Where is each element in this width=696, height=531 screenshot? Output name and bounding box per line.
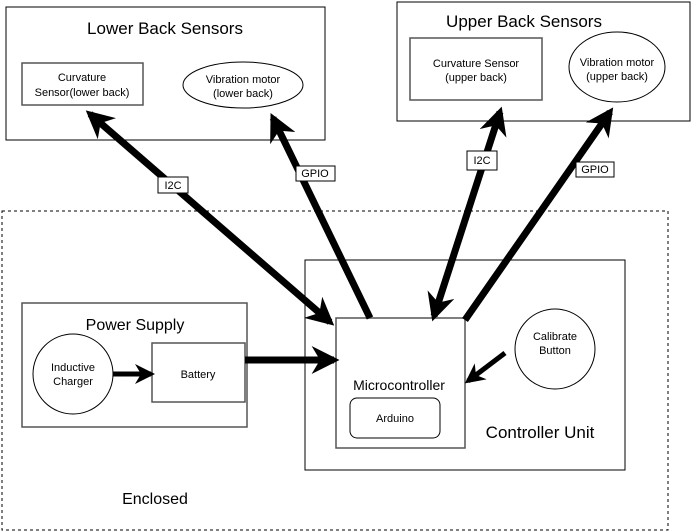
arrow-lower-i2c	[85, 110, 335, 326]
calibrate-line2: Button	[539, 345, 571, 357]
svg-text:I2C: I2C	[164, 180, 181, 192]
battery-label: Battery	[181, 369, 216, 381]
lower-back-title: Lower Back Sensors	[87, 19, 243, 38]
upper-back-title: Upper Back Sensors	[446, 12, 602, 31]
microcontroller-label: Microcontroller	[353, 377, 445, 393]
controller-unit-title: Controller Unit	[486, 423, 595, 442]
vibration-lower-line2: (lower back)	[213, 88, 273, 100]
vibration-upper-line1: Vibration motor	[580, 57, 655, 69]
enclosure-label: Enclosed	[122, 491, 188, 508]
power-supply-title: Power Supply	[86, 317, 185, 334]
block-diagram: Enclosed Lower Back Sensors Curvature Se…	[1, 1, 691, 531]
power-supply-group: Power Supply Inductive Charger Battery	[21, 302, 248, 428]
charger-line2: Charger	[53, 376, 93, 388]
upper-back-sensors-group: Upper Back Sensors Curvature Sensor (upp…	[396, 1, 691, 122]
svg-text:GPIO: GPIO	[581, 164, 609, 176]
vibration-lower-line1: Vibration motor	[206, 74, 281, 86]
label-lower-i2c: I2C	[157, 176, 189, 194]
inductive-charger	[32, 333, 114, 415]
curvature-upper-line2: (upper back)	[445, 72, 507, 84]
charger-line1: Inductive	[51, 362, 95, 374]
label-upper-i2c: I2C	[466, 150, 498, 171]
curvature-upper-line1: Curvature Sensor	[433, 58, 520, 70]
controller-unit-group: Controller Unit Microcontroller Arduino …	[304, 259, 626, 471]
curvature-lower-line2: Sensor(lower back)	[35, 87, 130, 99]
label-upper-gpio: GPIO	[575, 161, 615, 178]
curvature-lower-line1: Curvature	[58, 72, 106, 84]
calibrate-line1: Calibrate	[533, 331, 577, 343]
label-lower-gpio: GPIO	[295, 165, 336, 182]
arduino-label: Arduino	[376, 413, 414, 425]
vibration-upper-line2: (upper back)	[586, 71, 648, 83]
svg-text:I2C: I2C	[473, 155, 490, 167]
svg-text:GPIO: GPIO	[301, 168, 329, 180]
